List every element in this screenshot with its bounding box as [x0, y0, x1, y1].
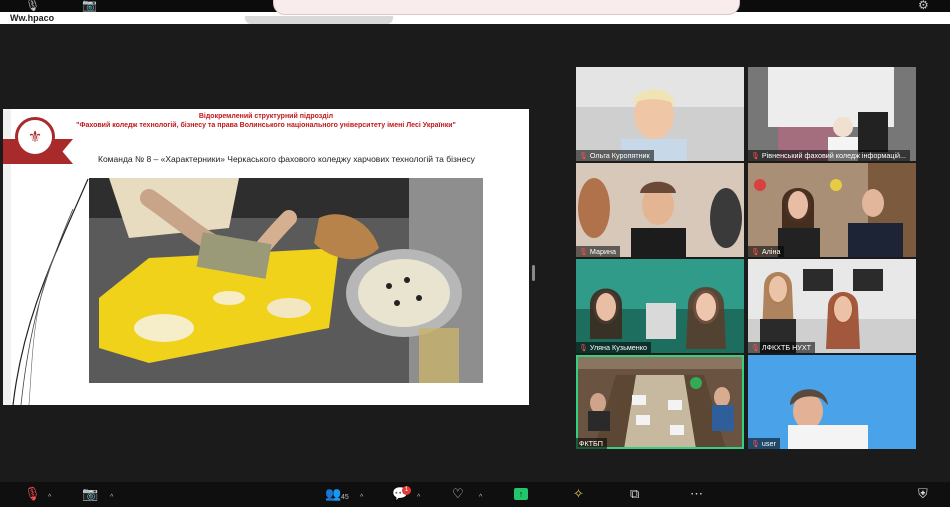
slide-title-line1: Відокремлений структурний підрозділ	[198, 113, 334, 120]
participant-name-label: 🎙 Ольга Куропятник	[576, 150, 654, 161]
participant-tile[interactable]: 🎙 Уляна Кузьменко	[576, 259, 744, 353]
chat-options-caret[interactable]: ^	[417, 490, 420, 506]
security-icon[interactable]: ⚙	[918, 0, 929, 12]
participant-tile[interactable]: 🎙 Марина	[576, 163, 744, 257]
audio-options-caret[interactable]: ^	[48, 490, 51, 506]
participant-name-label: 🎙 Уляна Кузьменко	[576, 342, 651, 353]
participant-tile[interactable]: 🎙 ЛФКХТБ НУХТ	[748, 259, 916, 353]
muted-mic-icon: 🎙	[751, 441, 760, 448]
team-caption: Команда № 8 – «Характерники» Черкаського…	[98, 154, 475, 164]
participant-name-label: 🎙 ЛФКХТБ НУХТ	[748, 342, 816, 353]
slide-title-line2: "Фаховий коледж технологій, бізнесу та п…	[76, 122, 456, 129]
participant-tile[interactable]: 🎙 Аліна	[748, 163, 916, 257]
muted-mic-icon: 🎙	[751, 249, 760, 256]
ai-companion-icon[interactable]: ✧	[573, 486, 584, 502]
apps-icon[interactable]: ⧉	[630, 486, 639, 502]
participants-count: 45	[341, 494, 349, 501]
participant-name-label: 🎙 Марина	[576, 246, 620, 257]
mic-muted-icon[interactable]: 🎙	[25, 0, 40, 12]
view-options-pill[interactable]	[245, 16, 393, 24]
muted-mic-icon: 🎙	[579, 249, 588, 256]
participant-name-label: 🎙 user	[748, 438, 780, 449]
participant-name-label: 🎙 Рівненський фаховий коледж інформацій..…	[748, 150, 911, 161]
split-view-handle[interactable]	[532, 265, 535, 281]
participant-name-label: ФКТБП	[576, 438, 607, 449]
participant-tile[interactable]: 🎙 Ольга Куропятник	[576, 67, 744, 161]
top-notification-popup[interactable]	[273, 0, 740, 15]
muted-mic-icon: 🎙	[579, 153, 588, 160]
shared-screen: ⚜ Відокремлений структурний підрозділ "Ф…	[3, 109, 529, 405]
muted-mic-icon: 🎙	[579, 345, 588, 352]
camera-off-icon[interactable]: 📷	[82, 0, 97, 12]
security-icon[interactable]: ⛨	[918, 486, 928, 502]
meeting-title: Ww.hpaco	[10, 13, 55, 23]
participant-gallery: 🎙 Ольга Куропятник 🎙 Рівненський фаховий к…	[576, 67, 916, 449]
chat-unread-badge: 1	[402, 486, 411, 495]
reactions-options-caret[interactable]: ^	[479, 490, 482, 506]
muted-mic-icon: 🎙	[751, 153, 760, 160]
video-options-caret[interactable]: ^	[110, 490, 113, 506]
cooking-photo	[89, 178, 483, 383]
decorative-swirl	[12, 178, 89, 405]
more-options-icon[interactable]: ⋯	[690, 486, 703, 502]
participant-name-label: 🎙 Аліна	[748, 246, 785, 257]
participants-icon[interactable]: 👥	[325, 486, 341, 502]
camera-off-icon[interactable]: 📷	[82, 486, 98, 502]
active-speaker-tile[interactable]: ФКТБП	[576, 355, 744, 449]
microphone-muted-icon[interactable]: 🎙	[24, 486, 41, 502]
muted-mic-icon: 🎙	[751, 345, 760, 352]
participant-tile[interactable]: 🎙 user	[748, 355, 916, 449]
meeting-toolbar: 🎙 ^ 📷 ^ 👥 45 ^ 💬 ^ ♡ ^ ↑ ✧ ⧉ ⋯ ⛨	[0, 482, 950, 507]
reactions-icon[interactable]: ♡	[452, 486, 464, 502]
participant-tile[interactable]: 🎙 Рівненський фаховий коледж інформацій..…	[748, 67, 916, 161]
share-screen-icon[interactable]: ↑	[514, 488, 528, 500]
participants-options-caret[interactable]: ^	[360, 490, 363, 506]
